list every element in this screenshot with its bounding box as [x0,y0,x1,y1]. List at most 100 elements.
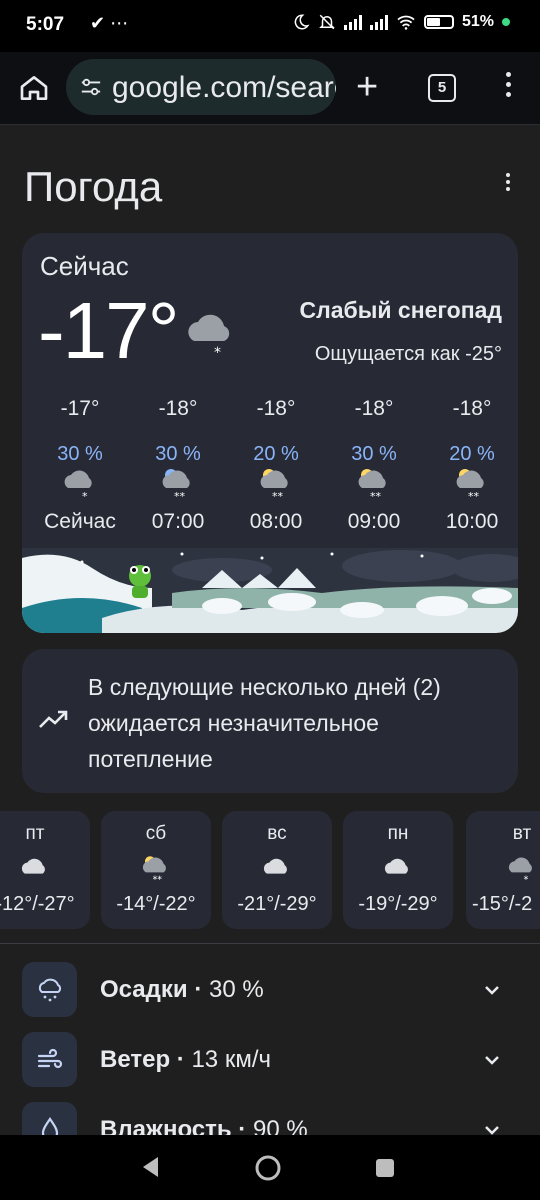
daily-forecast: пт -12°/-27° сб ** -14°/-22° вс -21°/-29… [0,811,540,929]
home-icon[interactable] [18,72,50,104]
hour-temp: -18° [158,397,198,420]
svg-text:*: * [82,490,88,502]
chevron-down-icon[interactable] [482,1120,502,1135]
trending-up-icon [39,710,68,728]
hour-time: 10:00 [445,510,499,533]
humidity-icon [41,1117,59,1135]
recents-icon[interactable] [374,1157,396,1179]
hour-time: 07:00 [151,510,205,533]
detail-row-wind[interactable]: Ветер · 13 км/ч [0,1032,540,1088]
trend-text: В следующие несколько дней (2) ожидается… [88,674,441,772]
hourly-forecast-item: -18° 30 % ** 07:00 [130,397,226,534]
weather-trend-card[interactable]: В следующие несколько дней (2) ожидается… [22,649,518,793]
hour-precip: 20 % [253,443,299,465]
divider [0,943,540,944]
detail-label: Ветер [100,1046,171,1073]
hourly-forecast-item: -18° 20 % ** 08:00 [228,397,324,534]
svg-text:*: * [524,875,529,886]
svg-text:**: ** [174,490,186,502]
daily-forecast-item[interactable]: пн -19°/-29° [343,811,453,929]
hour-temp: -18° [354,397,394,420]
day-temp-range: -15°/-2 [472,893,533,915]
hour-temp: -18° [452,397,492,420]
chevron-down-icon[interactable] [482,1050,502,1070]
url-bar[interactable]: google.com/search [66,59,336,115]
sun-cloud-snow-icon: ** [260,469,288,503]
detail-value: 13 км/ч [191,1046,271,1073]
day-label: пт [25,823,45,844]
status-bar: 5:07 ✔ ⋯ 51% [0,0,540,52]
cloud-snow-icon: * [508,857,532,886]
browser-toolbar: google.com/search + 5 [0,52,540,125]
weather-condition: Слабый снегопад [299,297,502,323]
weather-content: Погода Сейчас -17° * Слабый снегопад Ощу… [0,125,540,1135]
hour-temp: -18° [256,397,296,420]
sun-cloud-snow-icon: ** [358,469,386,503]
mute-bell-icon [319,14,335,30]
battery-percent: 51% [461,13,494,30]
cloud-snow-icon: * [188,314,230,361]
current-temperature: -17° [38,286,180,375]
detail-row-humidity[interactable]: Влажность · 90 % [0,1102,540,1135]
current-weather-card: Сейчас -17° * Слабый снегопад Ощущается … [22,233,518,633]
day-temp-range: -14°/-22° [116,893,196,915]
browser-menu-icon[interactable] [498,72,518,104]
chevron-down-icon[interactable] [482,980,502,1000]
detail-label: Влажность [100,1116,232,1135]
daily-forecast-item[interactable]: сб ** -14°/-22° [101,811,211,929]
detail-value: 30 % [208,976,264,1003]
hourly-forecast-item: -18° 30 % ** 09:00 [326,397,422,534]
svg-text:*: * [214,345,221,361]
snow-scene-illustration [22,548,518,633]
signal-icon [343,14,362,30]
hour-precip: 30 % [351,443,397,465]
signal-icon-2 [369,14,388,30]
svg-text:**: ** [153,875,163,886]
url-text[interactable]: google.com/search [112,71,336,105]
day-label: сб [145,823,167,844]
sun-cloud-snow-icon: ** [456,469,484,503]
day-label: вт [512,823,532,844]
now-label: Сейчас [40,251,129,281]
hour-temp: -17° [60,397,100,420]
hourly-forecast-item: -17° 30 % * Сейчас [32,397,128,534]
day-label: вс [267,823,287,844]
precipitation-icon [38,978,62,1002]
cloud-icon [263,858,287,874]
daily-forecast-item[interactable]: вт * -15°/-2 [466,811,540,929]
system-navigation-bar [0,1135,540,1200]
svg-text:**: ** [370,490,382,502]
site-settings-icon[interactable] [80,77,102,97]
hour-precip: 30 % [155,443,201,465]
hour-time: 09:00 [347,510,401,533]
night-cloud-snow-icon: ** [162,469,190,503]
sun-cloud-snow-icon: ** [142,856,166,886]
detail-label: Осадки [100,976,188,1003]
hour-time: 08:00 [249,510,303,533]
home-button-icon[interactable] [254,1154,282,1182]
daily-forecast-item[interactable]: пт -12°/-27° [0,811,90,929]
feels-like: Ощущается как -25° [314,343,502,365]
hourly-forecast-item: -18° 20 % ** 10:00 [424,397,518,534]
new-tab-button[interactable]: + [356,68,378,106]
day-label: пн [387,823,409,844]
hour-precip: 20 % [449,443,495,465]
day-temp-range: -12°/-27° [0,893,75,915]
cloud-icon [21,858,45,874]
cloud-snow-icon: * [64,470,92,503]
page-title: Погода [24,163,163,210]
day-temp-range: -19°/-29° [358,893,438,915]
more-options-icon[interactable] [500,173,516,194]
daily-forecast-item[interactable]: вс -21°/-29° [222,811,332,929]
tab-switcher-button[interactable]: 5 [428,74,456,102]
wifi-icon [397,15,415,30]
status-notification-icons: ✔ ⋯ [90,13,129,33]
moon-icon [294,14,310,30]
back-icon[interactable] [140,1155,162,1179]
hour-time: Сейчас [44,510,116,533]
privacy-dot-icon [502,18,510,26]
svg-text:**: ** [468,490,480,502]
detail-row-precipitation[interactable]: Осадки · 30 % [0,962,540,1018]
status-time: 5:07 [26,14,65,35]
cloud-icon [384,858,408,874]
